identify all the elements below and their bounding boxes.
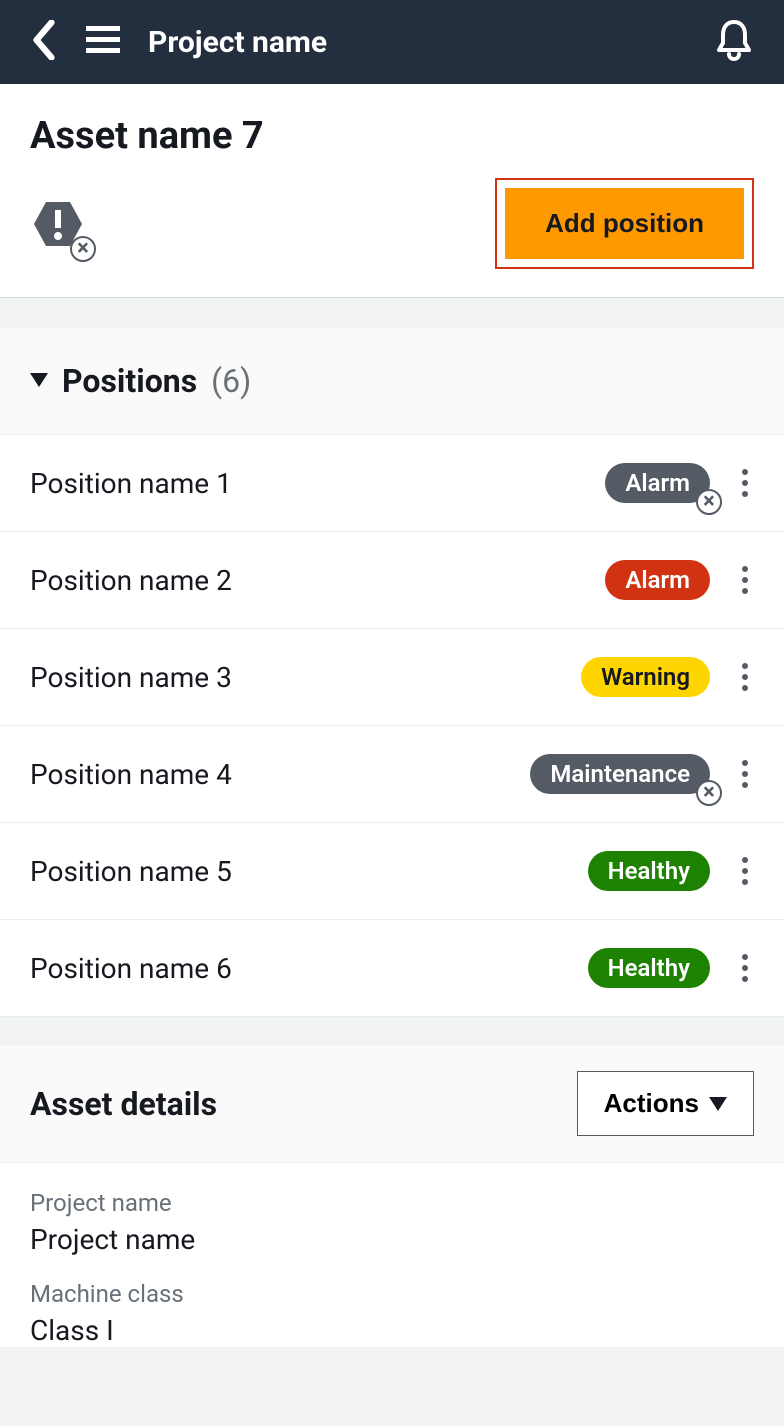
project-name-value: Project name [30, 1223, 754, 1256]
position-row[interactable]: Position name 1 Alarm [0, 435, 784, 532]
positions-header[interactable]: Positions (6) [0, 328, 784, 435]
row-menu-icon[interactable] [736, 851, 754, 891]
positions-section: Positions (6) Position name 1AlarmPositi… [0, 328, 784, 1017]
add-position-button[interactable]: Add position [505, 188, 744, 259]
position-name: Position name 1 [30, 467, 605, 500]
asset-details-section: Asset details Actions Project name Proje… [0, 1045, 784, 1347]
row-menu-icon[interactable] [736, 463, 754, 503]
status-chip: Maintenance [530, 754, 710, 794]
status-chip: Healthy [588, 851, 710, 891]
status-chip-label: Healthy [608, 857, 690, 885]
actions-dropdown[interactable]: Actions [577, 1071, 754, 1136]
project-name-label: Project name [30, 1189, 754, 1217]
position-name: Position name 6 [30, 952, 588, 985]
row-menu-icon[interactable] [736, 948, 754, 988]
position-row[interactable]: Position name 6 Healthy [0, 920, 784, 1017]
position-row[interactable]: Position name 4 Maintenance [0, 726, 784, 823]
position-row[interactable]: Position name 5 Healthy [0, 823, 784, 920]
positions-title: Positions [62, 362, 197, 400]
position-name: Position name 5 [30, 855, 588, 888]
asset-status-icon [30, 196, 86, 252]
close-badge-icon [696, 780, 722, 806]
close-badge-icon [696, 489, 722, 515]
app-header: Project name [0, 0, 784, 84]
asset-title: Asset name 7 [30, 114, 754, 158]
menu-icon[interactable] [86, 26, 120, 58]
close-badge-icon [70, 236, 96, 262]
header-title: Project name [148, 25, 327, 60]
status-chip: Warning [581, 657, 710, 697]
machine-class-label: Machine class [30, 1280, 754, 1308]
row-menu-icon[interactable] [736, 754, 754, 794]
add-position-highlight: Add position [495, 178, 754, 269]
position-name: Position name 2 [30, 564, 605, 597]
status-chip-label: Alarm [625, 469, 690, 497]
position-name: Position name 4 [30, 758, 530, 791]
caret-down-icon [30, 372, 48, 391]
status-chip: Alarm [605, 463, 710, 503]
position-row[interactable]: Position name 3 Warning [0, 629, 784, 726]
caret-down-icon [709, 1097, 727, 1111]
status-chip-label: Alarm [625, 566, 690, 594]
position-row[interactable]: Position name 2 Alarm [0, 532, 784, 629]
bell-icon[interactable] [714, 18, 754, 66]
status-chip-label: Maintenance [550, 760, 690, 788]
actions-label: Actions [604, 1088, 699, 1119]
row-menu-icon[interactable] [736, 657, 754, 697]
position-name: Position name 3 [30, 661, 581, 694]
status-chip: Alarm [605, 560, 710, 600]
status-chip-label: Healthy [608, 954, 690, 982]
positions-count: (6) [211, 362, 251, 400]
asset-card: Asset name 7 Add position [0, 84, 784, 298]
back-icon[interactable] [30, 20, 58, 64]
status-chip: Healthy [588, 948, 710, 988]
machine-class-value: Class I [30, 1314, 754, 1347]
row-menu-icon[interactable] [736, 560, 754, 600]
asset-details-title: Asset details [30, 1085, 217, 1123]
status-chip-label: Warning [601, 663, 690, 691]
